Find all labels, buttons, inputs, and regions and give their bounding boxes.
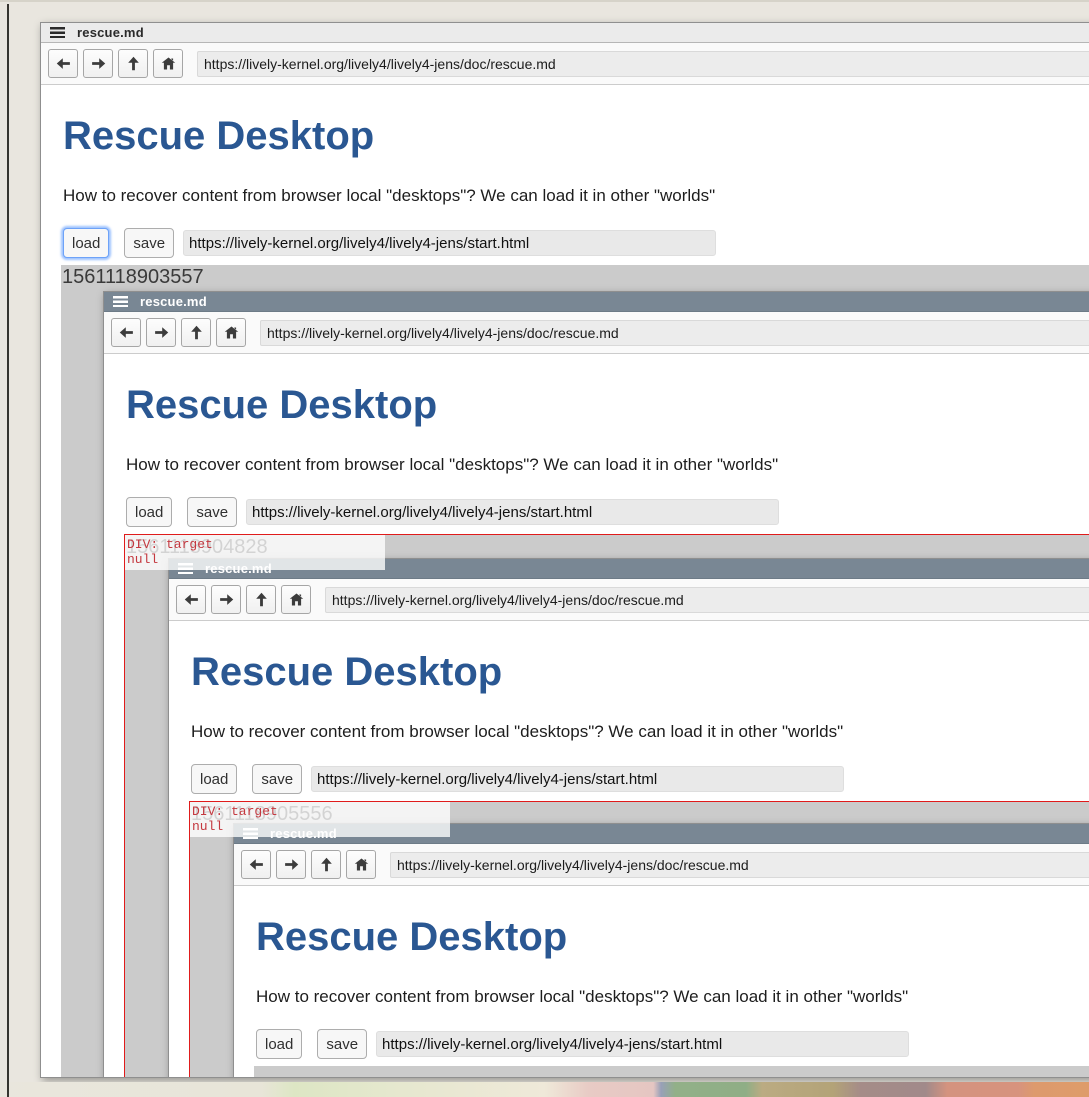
desktop-area: 1561118905556 rescue.md xyxy=(189,801,1089,1077)
browser-window-level-3: rescue.md https://lively-kernel.org/live… xyxy=(168,558,1089,1077)
page-content: Rescue Desktop How to recover content fr… xyxy=(104,383,1089,527)
start-url-input[interactable] xyxy=(183,230,716,256)
page-content: Rescue Desktop How to recover content fr… xyxy=(41,114,1089,258)
url-field[interactable]: https://lively-kernel.org/lively4/lively… xyxy=(197,51,1089,77)
load-save-row: load save xyxy=(126,497,1089,527)
desktop-area: 1561118903557 rescue.md https://lively-k… xyxy=(61,265,1089,1077)
home-button[interactable] xyxy=(153,49,183,78)
intro-paragraph: How to recover content from browser loca… xyxy=(126,455,1089,475)
desktop-area xyxy=(254,1066,1089,1077)
element-probe-overlay: DIV: targetnull xyxy=(125,535,385,570)
home-button[interactable] xyxy=(346,850,376,879)
forward-button[interactable] xyxy=(83,49,113,78)
window-titlebar[interactable]: rescue.md xyxy=(104,292,1089,312)
navigation-bar: https://lively-kernel.org/lively4/lively… xyxy=(234,844,1089,886)
page-title: Rescue Desktop xyxy=(126,383,1089,427)
menu-icon[interactable] xyxy=(113,296,128,307)
intro-paragraph: How to recover content from browser loca… xyxy=(191,722,1089,742)
save-button[interactable]: save xyxy=(252,764,302,794)
url-field[interactable]: https://lively-kernel.org/lively4/lively… xyxy=(260,320,1089,346)
forward-button[interactable] xyxy=(276,850,306,879)
window-title: rescue.md xyxy=(77,25,144,40)
save-button[interactable]: save xyxy=(187,497,237,527)
navigation-bar: https://lively-kernel.org/lively4/lively… xyxy=(104,312,1089,354)
desktop-area: 1561118904828 rescue.md https://lively-k… xyxy=(124,534,1089,1077)
up-arrow-icon xyxy=(318,856,335,873)
back-button[interactable] xyxy=(111,318,141,347)
start-url-input[interactable] xyxy=(246,499,779,525)
forward-arrow-icon xyxy=(90,55,107,72)
home-icon xyxy=(353,856,370,873)
save-button[interactable]: save xyxy=(317,1029,367,1059)
start-url-input[interactable] xyxy=(376,1031,909,1057)
back-arrow-icon xyxy=(118,324,135,341)
back-button[interactable] xyxy=(176,585,206,614)
url-field[interactable]: https://lively-kernel.org/lively4/lively… xyxy=(390,852,1089,878)
up-button[interactable] xyxy=(311,850,341,879)
home-button[interactable] xyxy=(216,318,246,347)
load-button[interactable]: load xyxy=(63,228,109,258)
window-title: rescue.md xyxy=(140,294,207,309)
up-arrow-icon xyxy=(125,55,142,72)
browser-window-level-1: rescue.md https://lively-kernel.org/live… xyxy=(40,22,1089,1078)
window-titlebar[interactable]: rescue.md xyxy=(41,23,1089,43)
probe-line-2: null xyxy=(192,819,223,834)
home-icon xyxy=(160,55,177,72)
navigation-bar: https://lively-kernel.org/lively4/lively… xyxy=(169,579,1089,621)
back-button[interactable] xyxy=(241,850,271,879)
page-title: Rescue Desktop xyxy=(191,650,1089,694)
probe-line-2: null xyxy=(127,552,158,567)
back-arrow-icon xyxy=(183,591,200,608)
back-arrow-icon xyxy=(248,856,265,873)
forward-button[interactable] xyxy=(146,318,176,347)
intro-paragraph: How to recover content from browser loca… xyxy=(256,987,1089,1007)
load-save-row: load save xyxy=(191,764,1089,794)
home-button[interactable] xyxy=(281,585,311,614)
browser-window-level-4: rescue.md https://lively-kernel.org/live… xyxy=(233,823,1089,1077)
intro-paragraph: How to recover content from browser loca… xyxy=(63,186,1089,206)
home-icon xyxy=(223,324,240,341)
url-field[interactable]: https://lively-kernel.org/lively4/lively… xyxy=(325,587,1089,613)
home-icon xyxy=(288,591,305,608)
page-title: Rescue Desktop xyxy=(256,915,1089,959)
page-title: Rescue Desktop xyxy=(63,114,1089,158)
up-button[interactable] xyxy=(181,318,211,347)
forward-arrow-icon xyxy=(283,856,300,873)
probe-line-1: DIV: target xyxy=(127,537,213,552)
element-probe-overlay: DIV: targetnull xyxy=(190,802,450,837)
menu-icon[interactable] xyxy=(50,27,65,38)
load-button[interactable]: load xyxy=(191,764,237,794)
forward-arrow-icon xyxy=(218,591,235,608)
navigation-bar: https://lively-kernel.org/lively4/lively… xyxy=(41,43,1089,85)
up-arrow-icon xyxy=(188,324,205,341)
browser-window-level-2: rescue.md https://lively-kernel.org/live… xyxy=(103,291,1089,1077)
up-button[interactable] xyxy=(118,49,148,78)
environment-frame-line xyxy=(7,4,9,1097)
load-button[interactable]: load xyxy=(256,1029,302,1059)
forward-button[interactable] xyxy=(211,585,241,614)
load-button[interactable]: load xyxy=(126,497,172,527)
environment-top-edge xyxy=(0,0,1089,2)
forward-arrow-icon xyxy=(153,324,170,341)
up-arrow-icon xyxy=(253,591,270,608)
start-url-input[interactable] xyxy=(311,766,844,792)
save-button[interactable]: save xyxy=(124,228,174,258)
page-content: Rescue Desktop How to recover content fr… xyxy=(234,915,1089,1059)
back-button[interactable] xyxy=(48,49,78,78)
desktop-wallpaper xyxy=(0,1082,1089,1097)
probe-line-1: DIV: target xyxy=(192,804,278,819)
desktop-timestamp: 1561118903557 xyxy=(62,266,204,288)
load-save-row: load save xyxy=(256,1029,1089,1059)
load-save-row: load save xyxy=(63,228,1089,258)
back-arrow-icon xyxy=(55,55,72,72)
up-button[interactable] xyxy=(246,585,276,614)
page-content: Rescue Desktop How to recover content fr… xyxy=(169,650,1089,794)
